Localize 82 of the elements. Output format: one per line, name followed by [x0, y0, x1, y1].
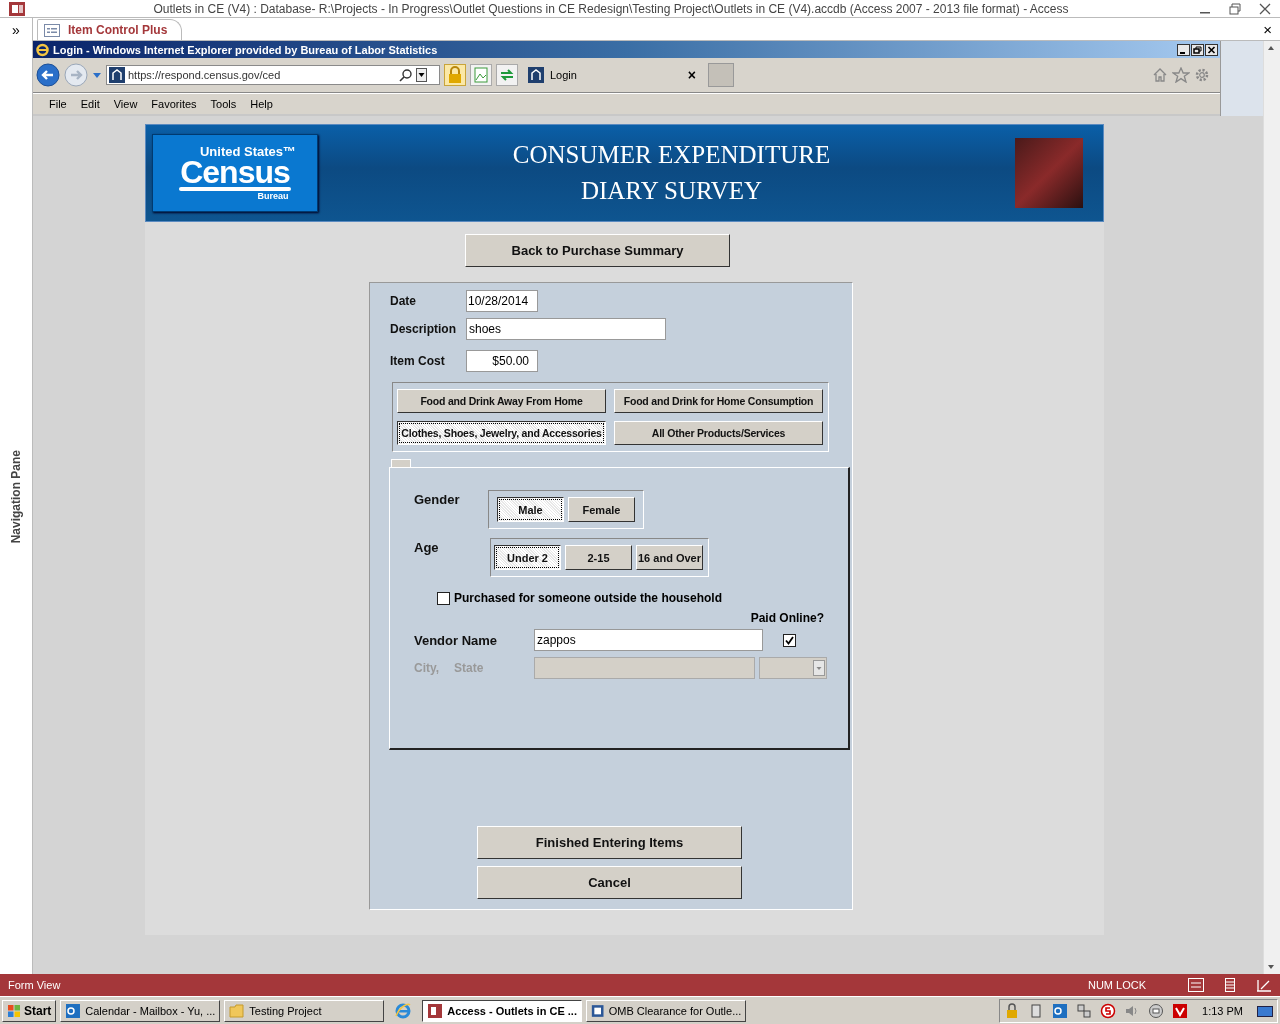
site-icon — [528, 67, 544, 83]
field-label: State — [454, 661, 485, 675]
menu-item[interactable]: Help — [250, 98, 273, 110]
taskbar-button[interactable]: Testing Project — [224, 999, 385, 1022]
action-button[interactable]: Finished Entering Items — [477, 826, 742, 859]
census-logo: United States™ Census Bureau — [152, 134, 318, 212]
form-icon — [44, 23, 60, 37]
mail-app-icon — [65, 1002, 82, 1019]
menu-item[interactable]: File — [49, 98, 67, 110]
mail-app-icon[interactable] — [1052, 1002, 1069, 1019]
document-tab[interactable]: Item Control Plus — [37, 19, 183, 40]
category-button[interactable]: Food and Drink Away From Home — [397, 389, 606, 413]
num-lock-indicator: NUM LOCK — [1087, 979, 1146, 991]
close-button[interactable]: × — [1263, 21, 1280, 40]
field-label: City, — [414, 661, 441, 675]
minimize-icon[interactable] — [1177, 43, 1190, 56]
option-button[interactable]: Female — [568, 497, 635, 522]
text-field[interactable]: 10/28/2014 — [466, 290, 538, 312]
favorites-star-icon[interactable] — [1172, 67, 1190, 83]
field-label: Item Cost — [390, 354, 446, 368]
close-icon[interactable] — [1258, 1, 1272, 16]
field-label: Date — [390, 294, 417, 308]
back-button[interactable]: Back to Purchase Summary — [465, 234, 730, 267]
menu-item[interactable]: Edit — [80, 98, 100, 110]
datasheet-view-icon[interactable] — [1222, 978, 1238, 992]
category-button[interactable]: Clothes, Shoes, Jewelry, and Accessories — [397, 421, 606, 445]
back-icon[interactable] — [36, 63, 60, 87]
search-icon[interactable] — [399, 68, 413, 82]
refresh-icon[interactable] — [496, 64, 518, 86]
browser-title: Login - Windows Internet Explorer provided by Bureau of Labor Statistics — [53, 43, 438, 56]
field-label: Gender — [414, 492, 461, 507]
checkbox[interactable] — [437, 591, 450, 605]
option-button[interactable]: 16 and Over — [636, 545, 703, 570]
close-tab-button[interactable]: × — [683, 67, 700, 83]
checkbox-label: Purchased for someone outside the household — [454, 591, 723, 605]
field-label: Age — [414, 540, 440, 555]
shield-icon[interactable] — [1100, 1002, 1117, 1019]
site-icon — [109, 67, 125, 83]
document-app-icon — [591, 1002, 605, 1019]
navigation-pane-label[interactable]: Navigation Pane — [9, 450, 23, 544]
circle-status-icon[interactable] — [1148, 1002, 1165, 1019]
menu-item[interactable]: Tools — [210, 98, 237, 110]
taskbar-button[interactable]: Calendar - Mailbox - Yu, ... — [60, 999, 221, 1022]
field-label: Vendor Name — [414, 632, 499, 648]
clock[interactable]: 1:13 PM — [1202, 1004, 1243, 1017]
start-button[interactable]: Start — [2, 999, 57, 1022]
close-icon[interactable] — [1205, 43, 1218, 56]
folder-icon — [229, 1002, 246, 1019]
option-button[interactable]: Male — [497, 497, 564, 522]
action-button[interactable]: Cancel — [477, 866, 742, 899]
banner-title: CONSUMER EXPENDITURE — [512, 140, 831, 170]
checkmark-app-icon[interactable] — [1172, 1002, 1189, 1019]
design-view-icon[interactable] — [1256, 978, 1272, 992]
taskbar-button[interactable]: OMB Clearance for Outle... — [586, 999, 747, 1022]
windows-logo-icon — [7, 1003, 21, 1018]
text-field[interactable]: shoes — [466, 318, 666, 340]
show-desktop-icon[interactable] — [1257, 1003, 1273, 1018]
form-view-icon[interactable] — [1188, 978, 1204, 992]
database-app-icon — [427, 1002, 444, 1019]
expand-button[interactable]: » — [12, 22, 20, 38]
banner-title: DIARY SURVEY — [580, 176, 763, 206]
network-icon[interactable] — [1076, 1002, 1093, 1019]
column-label: Paid Online? — [750, 611, 824, 625]
category-button[interactable]: All Other Products/Services — [614, 421, 823, 445]
address-field[interactable]: https://respond.census.gov/ced — [106, 65, 440, 85]
option-button[interactable]: 2-15 — [565, 545, 632, 570]
category-button[interactable]: Food and Drink for Home Consumption — [614, 389, 823, 413]
option-button[interactable]: Under 2 — [494, 545, 561, 570]
menu-item[interactable]: Favorites — [151, 98, 197, 110]
checkbox[interactable] — [783, 633, 796, 647]
taskbar-button[interactable]: Access - Outlets in CE ... — [422, 999, 583, 1022]
text-field[interactable]: $50.00 — [466, 350, 538, 372]
field-label: Description — [390, 322, 457, 336]
padlock-icon[interactable] — [444, 64, 466, 86]
dropdown-icon[interactable] — [416, 68, 427, 82]
restore-icon[interactable] — [1191, 43, 1204, 56]
photo-placeholder — [1015, 138, 1083, 208]
menu-item[interactable]: View — [113, 98, 138, 110]
window-title: Outlets in CE (V4) : Database- R:\Projects - In Progress\Outlet Questions in CE Redesign\Testing Project\Outlets in CE (V4).accdb (Access 2007 - 2013 file format) - Access — [152, 1, 1070, 16]
text-field[interactable]: zappos — [534, 629, 763, 651]
status-text: Form View — [8, 979, 61, 991]
ie-logo-icon — [35, 42, 50, 57]
